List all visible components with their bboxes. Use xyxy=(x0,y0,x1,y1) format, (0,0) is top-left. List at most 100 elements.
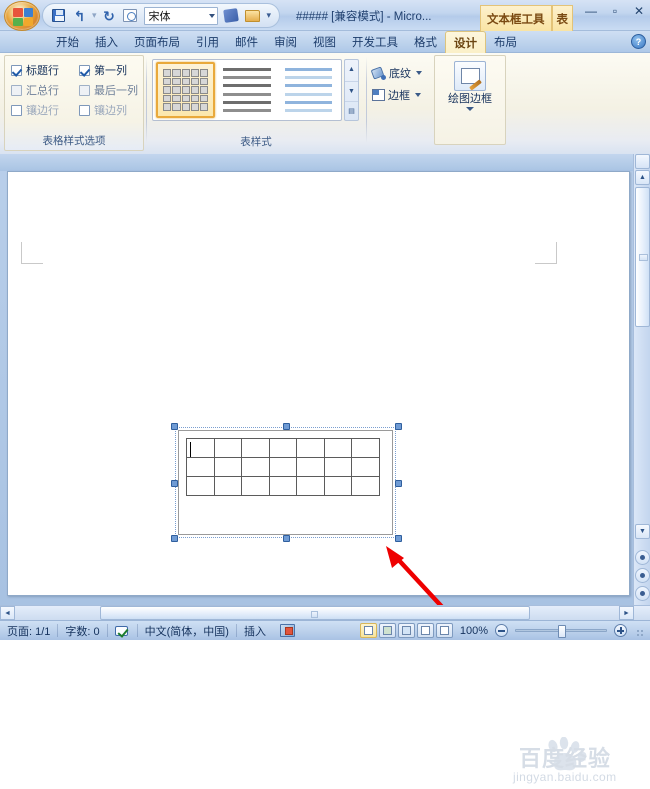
table-cell[interactable] xyxy=(242,458,270,477)
tab-references[interactable]: 引用 xyxy=(188,31,227,53)
tab-home[interactable]: 开始 xyxy=(48,31,87,53)
borders-button[interactable]: 边框 xyxy=(370,85,423,105)
table-style-thumbnail-3[interactable] xyxy=(278,62,338,118)
checkbox-banded-rows[interactable]: 镶边行 xyxy=(11,100,79,120)
resize-handle-middle-left[interactable] xyxy=(171,480,178,487)
scroll-down-button[interactable]: ▼ xyxy=(635,524,650,539)
table-cell[interactable] xyxy=(297,439,325,458)
zoom-slider[interactable] xyxy=(515,625,607,638)
zoom-in-button[interactable] xyxy=(614,624,627,637)
table-cell[interactable] xyxy=(187,477,215,496)
table-cell[interactable] xyxy=(214,458,243,477)
macro-record-button[interactable] xyxy=(273,621,302,641)
gallery-more-icon[interactable]: ▤ xyxy=(345,101,358,120)
contextual-tab-textbox-tools[interactable]: 文本框工具 xyxy=(480,5,552,31)
tab-layout[interactable]: 布局 xyxy=(486,31,525,53)
resize-handle-top-left[interactable] xyxy=(171,423,178,430)
chevron-down-icon[interactable] xyxy=(416,71,422,75)
nested-table[interactable] xyxy=(186,438,380,496)
office-button[interactable] xyxy=(4,1,40,31)
table-style-thumbnail-2[interactable] xyxy=(217,62,277,118)
table-cell[interactable] xyxy=(324,477,353,496)
table-style-thumbnail-1[interactable] xyxy=(156,62,216,118)
next-page-button[interactable] xyxy=(635,586,650,601)
resize-handle-bottom-center[interactable] xyxy=(283,535,290,542)
scroll-right-button[interactable]: ► xyxy=(619,606,634,620)
checkbox-total-row[interactable]: 汇总行 xyxy=(11,80,79,100)
table-cell[interactable] xyxy=(269,439,298,458)
close-button[interactable]: ✕ xyxy=(632,5,646,17)
tab-view[interactable]: 视图 xyxy=(305,31,344,53)
undo-dropdown-caret[interactable]: ▾ xyxy=(91,10,98,21)
checkbox-last-column[interactable]: 最后一列 xyxy=(79,80,145,100)
help-icon[interactable]: ? xyxy=(631,34,646,49)
word-count[interactable]: 字数: 0 xyxy=(58,621,106,641)
checkbox-header-row[interactable]: 标题行 xyxy=(11,60,79,80)
table-cell[interactable] xyxy=(324,439,353,458)
table-cell[interactable] xyxy=(269,458,298,477)
tab-review[interactable]: 审阅 xyxy=(266,31,305,53)
zoom-slider-thumb[interactable] xyxy=(558,625,566,638)
view-button-print-layout[interactable] xyxy=(359,623,377,638)
table-cell[interactable] xyxy=(269,477,298,496)
contextual-tab-table[interactable]: 表 xyxy=(551,5,573,31)
open-file-button[interactable] xyxy=(243,6,262,25)
page-indicator[interactable]: 页面: 1/1 xyxy=(0,621,57,641)
zoom-level-label[interactable]: 100% xyxy=(455,625,493,637)
view-button-outline[interactable] xyxy=(416,623,434,638)
table-cell[interactable] xyxy=(242,477,270,496)
tab-developer[interactable]: 开发工具 xyxy=(344,31,406,53)
gallery-scroll-down-icon[interactable]: ▼ xyxy=(345,80,358,100)
table-cell[interactable] xyxy=(242,439,270,458)
resize-grip[interactable] xyxy=(632,625,644,637)
resize-handle-middle-right[interactable] xyxy=(395,480,402,487)
font-name-combobox[interactable]: 宋体 xyxy=(143,6,218,25)
table-cell[interactable] xyxy=(214,477,243,496)
tab-mailings[interactable]: 邮件 xyxy=(227,31,266,53)
spell-check-status[interactable] xyxy=(108,621,137,641)
chevron-down-icon[interactable] xyxy=(466,107,474,111)
resize-handle-bottom-left[interactable] xyxy=(171,535,178,542)
undo-button[interactable]: ↰ xyxy=(70,6,89,25)
table-cell[interactable] xyxy=(352,439,380,458)
tab-format[interactable]: 格式 xyxy=(406,31,445,53)
table-cell[interactable] xyxy=(324,458,353,477)
checkbox-first-column[interactable]: 第一列 xyxy=(79,60,145,80)
table-cell[interactable] xyxy=(187,458,215,477)
table-cell[interactable] xyxy=(297,477,325,496)
save-button[interactable] xyxy=(49,6,68,25)
chevron-down-icon[interactable] xyxy=(415,93,421,97)
print-preview-button[interactable] xyxy=(121,6,140,25)
horizontal-scroll-thumb[interactable] xyxy=(100,606,530,620)
resize-handle-top-center[interactable] xyxy=(283,423,290,430)
language-indicator[interactable]: 中文(简体，中国) xyxy=(138,621,236,641)
vertical-scrollbar[interactable]: ▲ ▼ xyxy=(633,154,650,605)
vertical-scroll-thumb[interactable] xyxy=(635,187,650,327)
view-button-web-layout[interactable] xyxy=(397,623,415,638)
table-cell[interactable] xyxy=(214,439,243,458)
checkbox-banded-columns[interactable]: 镶边列 xyxy=(79,100,145,120)
document-page[interactable]: 百度经验 jingyan.baidu.com xyxy=(7,171,630,784)
tab-page-layout[interactable]: 页面布局 xyxy=(126,31,188,53)
scroll-left-button[interactable]: ◄ xyxy=(0,606,15,620)
tab-design[interactable]: 设计 xyxy=(445,31,486,53)
table-cell[interactable] xyxy=(352,477,380,496)
table-cell[interactable] xyxy=(352,458,380,477)
textbox-shape[interactable] xyxy=(171,423,402,542)
resize-handle-bottom-right[interactable] xyxy=(395,535,402,542)
table-cell[interactable] xyxy=(297,458,325,477)
scroll-up-button[interactable]: ▲ xyxy=(635,170,650,185)
split-window-handle[interactable] xyxy=(635,154,650,169)
format-painter-button[interactable] xyxy=(222,6,241,25)
table-cell[interactable] xyxy=(187,439,215,458)
horizontal-scrollbar[interactable]: ◄ ► xyxy=(0,605,650,620)
maximize-button[interactable]: ▫ xyxy=(608,5,622,17)
previous-page-button[interactable] xyxy=(635,550,650,565)
zoom-out-button[interactable] xyxy=(495,624,508,637)
select-browse-object-button[interactable] xyxy=(635,568,650,583)
draw-borders-button[interactable]: 绘图边框 xyxy=(442,61,498,133)
insert-mode-indicator[interactable]: 插入 xyxy=(237,621,273,641)
gallery-scroll-up-icon[interactable]: ▲ xyxy=(345,60,358,79)
view-button-draft[interactable] xyxy=(435,623,453,638)
view-button-full-screen-reading[interactable] xyxy=(378,623,396,638)
